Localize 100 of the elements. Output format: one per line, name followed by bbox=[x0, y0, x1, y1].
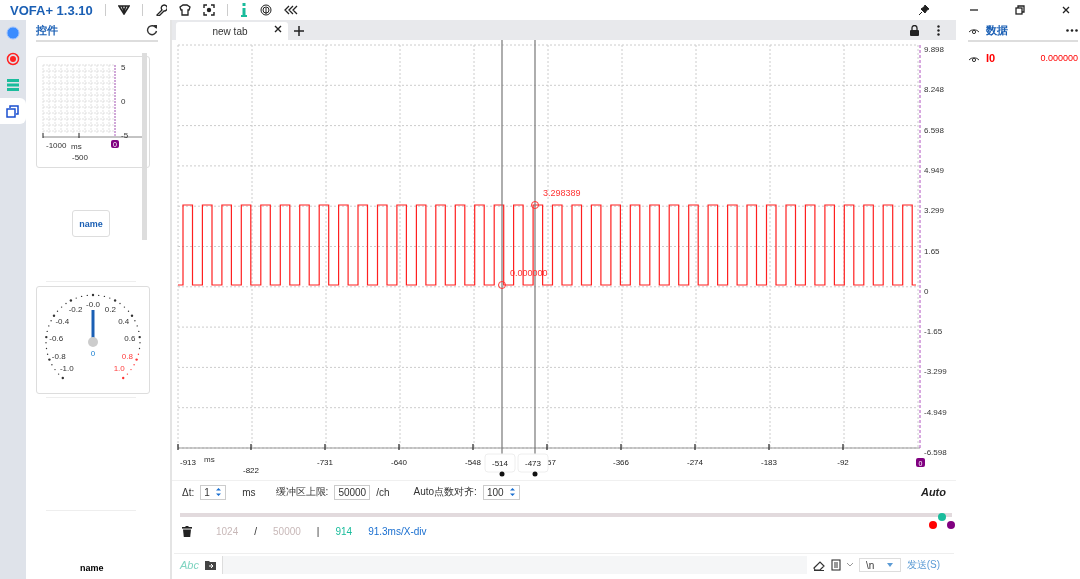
axis-label: 3.299 bbox=[924, 206, 945, 216]
gauge-label: 0.2 bbox=[104, 305, 116, 315]
restore-icon[interactable] bbox=[1014, 4, 1026, 16]
axis-label: -6.598 bbox=[924, 448, 947, 457]
axis-label: -4.949 bbox=[924, 407, 947, 417]
mode-label: Auto bbox=[920, 486, 946, 498]
shirt-icon[interactable] bbox=[178, 4, 191, 16]
field-label: Δt: bbox=[182, 486, 195, 498]
cursor-handle[interactable] bbox=[499, 471, 505, 477]
gauge-label: -0.0 bbox=[86, 300, 100, 309]
axis-label: -913 bbox=[180, 458, 196, 467]
input-field[interactable] bbox=[221, 556, 807, 574]
tick-mark bbox=[250, 443, 252, 451]
panel-title: 控件 bbox=[36, 22, 58, 38]
tick-mark bbox=[546, 443, 548, 451]
wrench-icon[interactable] bbox=[154, 4, 167, 16]
more-icon[interactable] bbox=[937, 25, 940, 36]
marker-circle bbox=[531, 201, 539, 209]
panel-title: 数据 bbox=[986, 22, 1009, 38]
lock-icon[interactable] bbox=[910, 25, 919, 36]
trash-icon[interactable] bbox=[182, 525, 192, 537]
axis-label: 0 bbox=[121, 97, 126, 106]
spin-field[interactable]: 100 bbox=[482, 484, 520, 500]
axis-label: -5 bbox=[121, 131, 129, 140]
axis-label: 5 bbox=[121, 63, 126, 72]
record-icon bbox=[6, 52, 20, 66]
spin-field[interactable]: 1 bbox=[200, 484, 227, 500]
cursor-handle[interactable] bbox=[532, 471, 538, 477]
folder-icon[interactable] bbox=[204, 560, 216, 570]
axis-label: -731 bbox=[317, 458, 333, 467]
unit-label: ms bbox=[204, 455, 215, 464]
axis-label: 9.898 bbox=[924, 45, 945, 54]
tick-mark bbox=[694, 443, 696, 451]
axis-label: 4.949 bbox=[924, 165, 945, 175]
gauge-label: -0.8 bbox=[51, 351, 66, 361]
separator-text: | bbox=[316, 525, 320, 537]
marker-value: 3.298389 bbox=[543, 188, 581, 198]
line-ending-dropdown[interactable]: \n bbox=[858, 558, 901, 572]
eraser-icon[interactable] bbox=[812, 559, 825, 571]
channel-value: 0.000000 bbox=[1040, 53, 1078, 63]
point-count: 914 bbox=[335, 525, 353, 537]
tick-mark bbox=[472, 443, 474, 451]
windows-icon bbox=[6, 104, 20, 118]
cursor-label[interactable]: -514 bbox=[484, 453, 516, 473]
plus-icon[interactable] bbox=[294, 26, 304, 36]
received-count: 1024 bbox=[216, 525, 239, 537]
tab[interactable]: new tab bbox=[176, 22, 288, 40]
marker-circle bbox=[498, 281, 506, 289]
name-button[interactable]: name bbox=[72, 210, 110, 237]
widget-label: name bbox=[80, 563, 105, 573]
tick-mark bbox=[398, 443, 400, 451]
gauge-label: 0.8 bbox=[121, 351, 133, 361]
axis-label: -366 bbox=[613, 458, 629, 467]
refresh-icon[interactable] bbox=[146, 24, 158, 36]
gauge-label: 0.6 bbox=[124, 334, 136, 344]
close-icon[interactable] bbox=[274, 25, 282, 33]
tick-mark bbox=[842, 443, 844, 451]
gauge-label: -0.4 bbox=[55, 317, 70, 327]
tick-mark bbox=[324, 443, 326, 451]
focus-icon[interactable] bbox=[202, 4, 215, 16]
spinner-icon[interactable] bbox=[215, 487, 223, 497]
axis-label: -3.299 bbox=[924, 367, 947, 377]
axis-label: -1000 bbox=[46, 141, 67, 150]
app-title: VOFA+ 1.3.10 bbox=[10, 2, 93, 18]
spinner-icon[interactable] bbox=[508, 487, 516, 497]
axis-label: -548 bbox=[465, 458, 481, 467]
axis-label: -92 bbox=[837, 458, 849, 467]
axis-label: -183 bbox=[761, 458, 777, 467]
number-field[interactable]: 50000 bbox=[334, 484, 371, 500]
slider-handle[interactable] bbox=[929, 521, 937, 529]
axis-label: -640 bbox=[391, 458, 407, 467]
stack-icon bbox=[6, 78, 20, 92]
axis-label: -1.65 bbox=[924, 327, 943, 337]
axis-label: 57 bbox=[547, 458, 556, 467]
fingerprint-icon[interactable] bbox=[259, 4, 272, 16]
gauge-label: 0.4 bbox=[118, 317, 130, 327]
axis-label: 0 bbox=[924, 286, 929, 296]
axis-label: -274 bbox=[687, 458, 703, 467]
axis-label: 8.248 bbox=[924, 85, 945, 95]
pin-icon[interactable] bbox=[918, 4, 930, 16]
field-label: Auto点数对齐: bbox=[413, 485, 477, 499]
unit-label: ms bbox=[71, 142, 82, 151]
cursor-label[interactable]: -473 bbox=[517, 453, 549, 473]
channel-name[interactable]: I0 bbox=[986, 52, 1035, 64]
range-slider-track[interactable] bbox=[180, 513, 952, 517]
chevrons-icon[interactable] bbox=[283, 5, 298, 15]
close-icon[interactable] bbox=[1060, 4, 1072, 16]
separator-text: / bbox=[254, 525, 258, 537]
slider-handle[interactable] bbox=[947, 521, 955, 529]
more-icon[interactable] bbox=[1066, 28, 1078, 32]
gauge-label: -1.0 bbox=[59, 364, 74, 374]
gauge-label: -0.6 bbox=[49, 334, 64, 344]
scale-label: 91.3ms/X-div bbox=[368, 525, 427, 537]
gauge-label: 1.0 bbox=[113, 364, 125, 374]
caret-icon[interactable] bbox=[846, 563, 853, 567]
caret-icon bbox=[887, 563, 894, 567]
document-icon[interactable] bbox=[830, 559, 841, 571]
rail-tab[interactable] bbox=[0, 98, 26, 124]
logo-icon bbox=[117, 5, 130, 15]
slider-handle[interactable] bbox=[938, 513, 946, 521]
